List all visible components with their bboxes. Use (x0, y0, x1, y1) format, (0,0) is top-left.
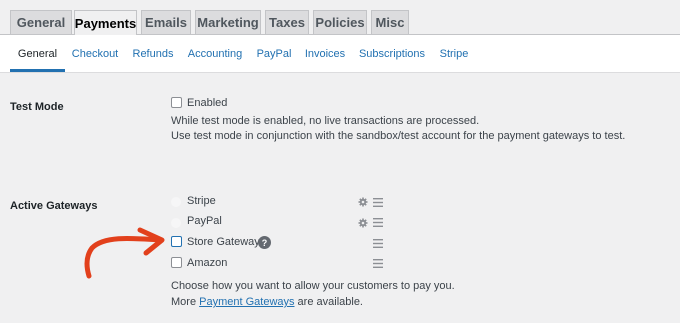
annotation-arrow-icon (84, 227, 165, 279)
